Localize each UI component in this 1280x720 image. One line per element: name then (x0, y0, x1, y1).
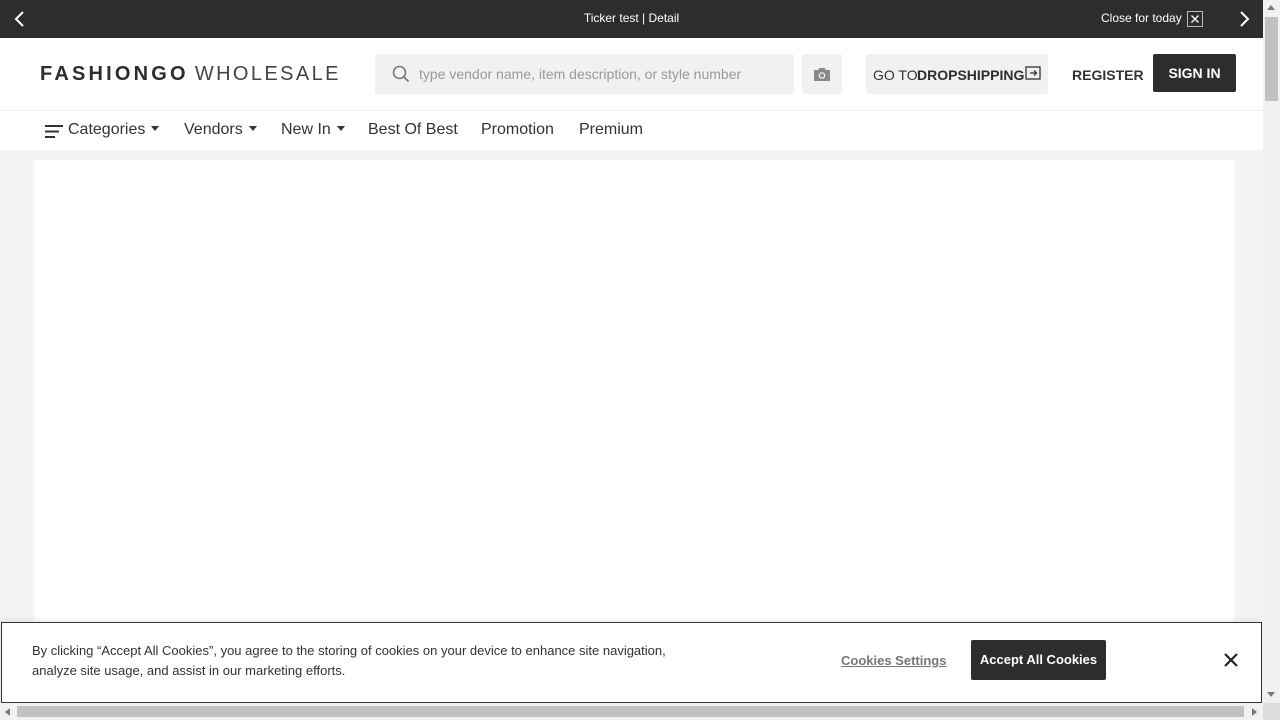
logo-sub: WHOLESALE (194, 63, 341, 85)
close-icon[interactable] (1187, 11, 1203, 27)
ticker-text[interactable]: Ticker test | Detail (0, 11, 1263, 25)
scroll-left-icon[interactable] (5, 708, 10, 716)
dropshipping-button[interactable]: GO TO DROPSHIPPING (866, 54, 1048, 94)
camera-icon (814, 68, 830, 81)
external-link-icon (1025, 66, 1041, 80)
caret-down-icon (248, 126, 257, 132)
nav-item-new-in[interactable]: New In (281, 121, 345, 139)
main-nav: Categories Vendors New In Best Of Best P… (0, 110, 1263, 150)
nav-label: New In (281, 121, 331, 138)
nav-item-vendors[interactable]: Vendors (184, 121, 257, 139)
nav-item-promotion[interactable]: Promotion (481, 121, 554, 139)
scrollbar-corner (1263, 703, 1280, 720)
scroll-down-icon[interactable] (1267, 692, 1275, 697)
search-icon (392, 65, 410, 83)
logo-brand: FASHIONGO (40, 63, 189, 85)
horizontal-scrollbar[interactable] (0, 703, 1263, 720)
image-search-button[interactable] (802, 54, 842, 94)
nav-label: Vendors (184, 121, 243, 138)
hamburger-menu-icon[interactable] (45, 125, 63, 138)
scroll-up-icon[interactable] (1267, 5, 1275, 10)
nav-item-premium[interactable]: Premium (579, 121, 643, 139)
search-box (375, 54, 794, 94)
scrollbar-thumb[interactable] (1265, 17, 1278, 101)
accept-all-cookies-button[interactable]: Accept All Cookies (971, 640, 1106, 680)
close-icon[interactable] (1222, 651, 1240, 669)
site-header: FASHIONGOWHOLESALE GO TO DROPSHIPPING RE… (0, 38, 1263, 110)
register-button[interactable]: REGISTER (1072, 67, 1144, 83)
caret-down-icon (151, 126, 160, 132)
cookies-settings-button[interactable]: Cookies Settings (841, 653, 946, 668)
close-for-today-link[interactable]: Close for today (1101, 11, 1182, 25)
vertical-scrollbar[interactable] (1263, 0, 1280, 703)
dropship-label: DROPSHIPPING (917, 67, 1025, 83)
cookie-message: By clicking “Accept All Cookies”, you ag… (32, 643, 666, 678)
sign-in-button[interactable]: SIGN IN (1153, 54, 1236, 92)
chevron-right-icon[interactable] (1234, 9, 1254, 29)
ticker-bar: Ticker test | Detail Close for today (0, 0, 1263, 38)
site-logo[interactable]: FASHIONGO WHOLESALE (40, 63, 341, 86)
nav-item-categories[interactable]: Categories (68, 121, 160, 139)
dropship-prefix: GO TO (873, 67, 918, 83)
caret-down-icon (336, 126, 345, 132)
nav-item-best-of-best[interactable]: Best Of Best (368, 121, 458, 139)
scrollbar-thumb[interactable] (17, 706, 1244, 717)
cookie-banner: By clicking “Accept All Cookies”, you ag… (1, 622, 1262, 703)
search-input[interactable] (419, 54, 779, 94)
scroll-right-icon[interactable] (1252, 708, 1257, 716)
main-content-panel (34, 160, 1234, 630)
nav-label: Categories (68, 121, 146, 138)
